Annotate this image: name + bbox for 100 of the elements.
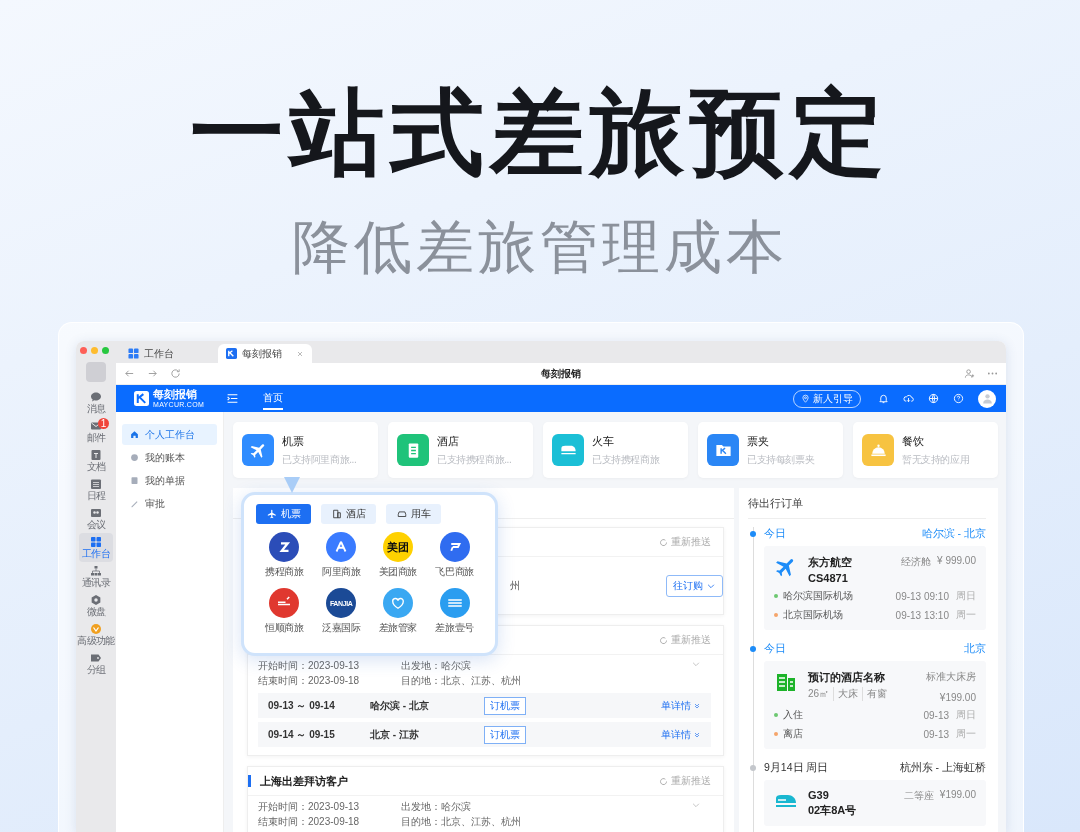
close-window-button[interactable] [80, 347, 87, 354]
app-label: 恒顺商旅 [265, 621, 304, 635]
nav-item[interactable]: 审批 [122, 493, 217, 514]
price: ¥ 999.00 [937, 555, 976, 566]
menu-icon[interactable] [226, 392, 240, 405]
service-subtitle: 已支持每刻票夹 [747, 452, 815, 467]
trip-field: 州 [510, 578, 520, 593]
rail-item[interactable]: 文档 [79, 446, 113, 475]
globe-icon[interactable] [928, 393, 939, 404]
app-item[interactable]: 差旅管家 [369, 588, 427, 635]
rail-label: 通讯录 [82, 577, 110, 588]
nav-item[interactable]: 个人工作台 [122, 424, 217, 445]
logo-text: 每刻报销 [153, 389, 198, 400]
itinerary-name: 东方航空 [808, 555, 852, 570]
rail-icon [90, 594, 102, 606]
rail-label: 会议 [86, 519, 106, 530]
expand-icon[interactable] [691, 659, 701, 669]
maximize-window-button[interactable] [102, 347, 109, 354]
trip-title: 上海出差拜访客户 [248, 775, 348, 787]
double-chevron-icon [693, 701, 701, 710]
rail-item[interactable]: 分组 [79, 649, 113, 678]
nav-item[interactable]: 我的单据 [122, 470, 217, 491]
trip-day: 9月14日 周日 [764, 761, 829, 777]
rail-item[interactable]: 邮件 1 [79, 417, 113, 446]
rail-item[interactable]: 日程 [79, 475, 113, 504]
trip-field: 出发地：哈尔滨 [401, 800, 691, 813]
nav-icon [130, 476, 139, 485]
service-card[interactable]: 餐饮 暂无支持的应用 [853, 422, 998, 478]
minimize-window-button[interactable] [91, 347, 98, 354]
headline: 一站式差旅预定 [189, 79, 891, 187]
app-item[interactable]: 美团 美团商旅 [369, 532, 427, 579]
service-card[interactable]: 酒店 已支持携程商旅... [388, 422, 533, 478]
bell-icon[interactable] [878, 393, 889, 404]
tab-icon [396, 509, 407, 519]
rail-item[interactable]: 工作台 [79, 533, 113, 562]
cloud-download-icon[interactable] [903, 393, 914, 404]
book-flight-button[interactable]: 订机票 [484, 696, 526, 715]
service-card[interactable]: 火车 已支持携程商旅 [543, 422, 688, 478]
itinerary-code: CS4871 [808, 572, 849, 584]
app-label: 携程商旅 [265, 565, 304, 579]
unread-badge: 1 [98, 418, 109, 429]
order-button[interactable]: 往订购 [666, 574, 723, 597]
service-card[interactable]: 票夹 已支持每刻票夹 [698, 422, 843, 478]
nav-item[interactable]: 我的账本 [122, 447, 217, 468]
location-pin-icon [801, 394, 810, 403]
back-icon[interactable] [124, 368, 135, 379]
rail-item[interactable]: 通讯录 [79, 562, 113, 591]
rail-icon [90, 391, 102, 403]
user-avatar[interactable] [978, 389, 996, 408]
rail-icon [90, 623, 102, 635]
rail-icon [90, 565, 102, 577]
rail-label: 文档 [86, 461, 106, 472]
order-detail-link[interactable]: 单详情 [661, 727, 701, 742]
rail-label: 日程 [86, 490, 106, 501]
rail-item[interactable]: 会议 [79, 504, 113, 533]
service-subtitle: 已支持携程商旅 [592, 452, 660, 467]
forward-icon[interactable] [147, 368, 158, 379]
room-tag: 有窗 [862, 687, 888, 701]
browser-tab[interactable]: 每刻报销 [218, 344, 312, 363]
double-chevron-icon [693, 730, 701, 739]
service-title: 酒店 [437, 433, 460, 449]
rail-label: 工作台 [82, 548, 110, 559]
itinerary-card[interactable]: G39 02车8A号 二等座 ¥199.00 [764, 780, 986, 826]
nav-tab[interactable]: 首页 [263, 387, 284, 410]
leg-route: 哈尔滨 - 北京 [370, 698, 430, 713]
service-subtitle: 已支持携程商旅... [437, 452, 512, 467]
browser-tab[interactable]: 工作台 [120, 344, 214, 363]
app-item[interactable]: 飞巴商旅 [426, 532, 483, 579]
help-icon[interactable] [953, 393, 964, 404]
expand-icon[interactable] [691, 800, 701, 810]
stop-label: 离店 [783, 727, 803, 741]
rail-icon [90, 536, 102, 548]
reload-icon[interactable] [170, 368, 181, 379]
order-detail-link[interactable]: 单详情 [661, 698, 701, 713]
rail-item[interactable]: 微盘 [79, 591, 113, 620]
close-icon[interactable] [296, 349, 304, 358]
grid-icon [128, 348, 139, 359]
app-item[interactable]: 阿里商旅 [312, 532, 370, 579]
category-tab[interactable]: 酒店 [321, 504, 376, 524]
trip-place: 哈尔滨 - 北京 [921, 527, 986, 541]
trip-field: 开始时间：2023-09-13 [258, 800, 401, 813]
rail-label: 高级功能 [77, 635, 115, 646]
app-logo: 美团 [382, 532, 413, 562]
book-flight-button[interactable]: 订机票 [484, 725, 526, 744]
rail-item[interactable]: 高级功能 [79, 620, 113, 649]
rail-item[interactable]: 消息 [79, 388, 113, 417]
nav-icon [130, 453, 139, 462]
itinerary-name: G39 [808, 789, 830, 801]
app-item[interactable]: 携程商旅 [256, 532, 313, 579]
app-item[interactable]: 恒顺商旅 [256, 588, 313, 635]
logo-icon [134, 391, 149, 406]
category-tab[interactable]: 用车 [386, 504, 441, 524]
add-person-icon[interactable] [964, 368, 975, 379]
category-tab[interactable]: 机票 [256, 504, 311, 524]
leg-route: 北京 - 江苏 [370, 727, 420, 742]
stop-time: 09-13 13:10 [895, 609, 949, 621]
app-item[interactable]: 差旅壹号 [426, 588, 483, 635]
trip-field: 结束时间：2023-09-18 [258, 674, 401, 687]
trip-field: 结束时间：2023-09-18 [258, 815, 401, 828]
stop-time: 09-13 [923, 709, 949, 721]
